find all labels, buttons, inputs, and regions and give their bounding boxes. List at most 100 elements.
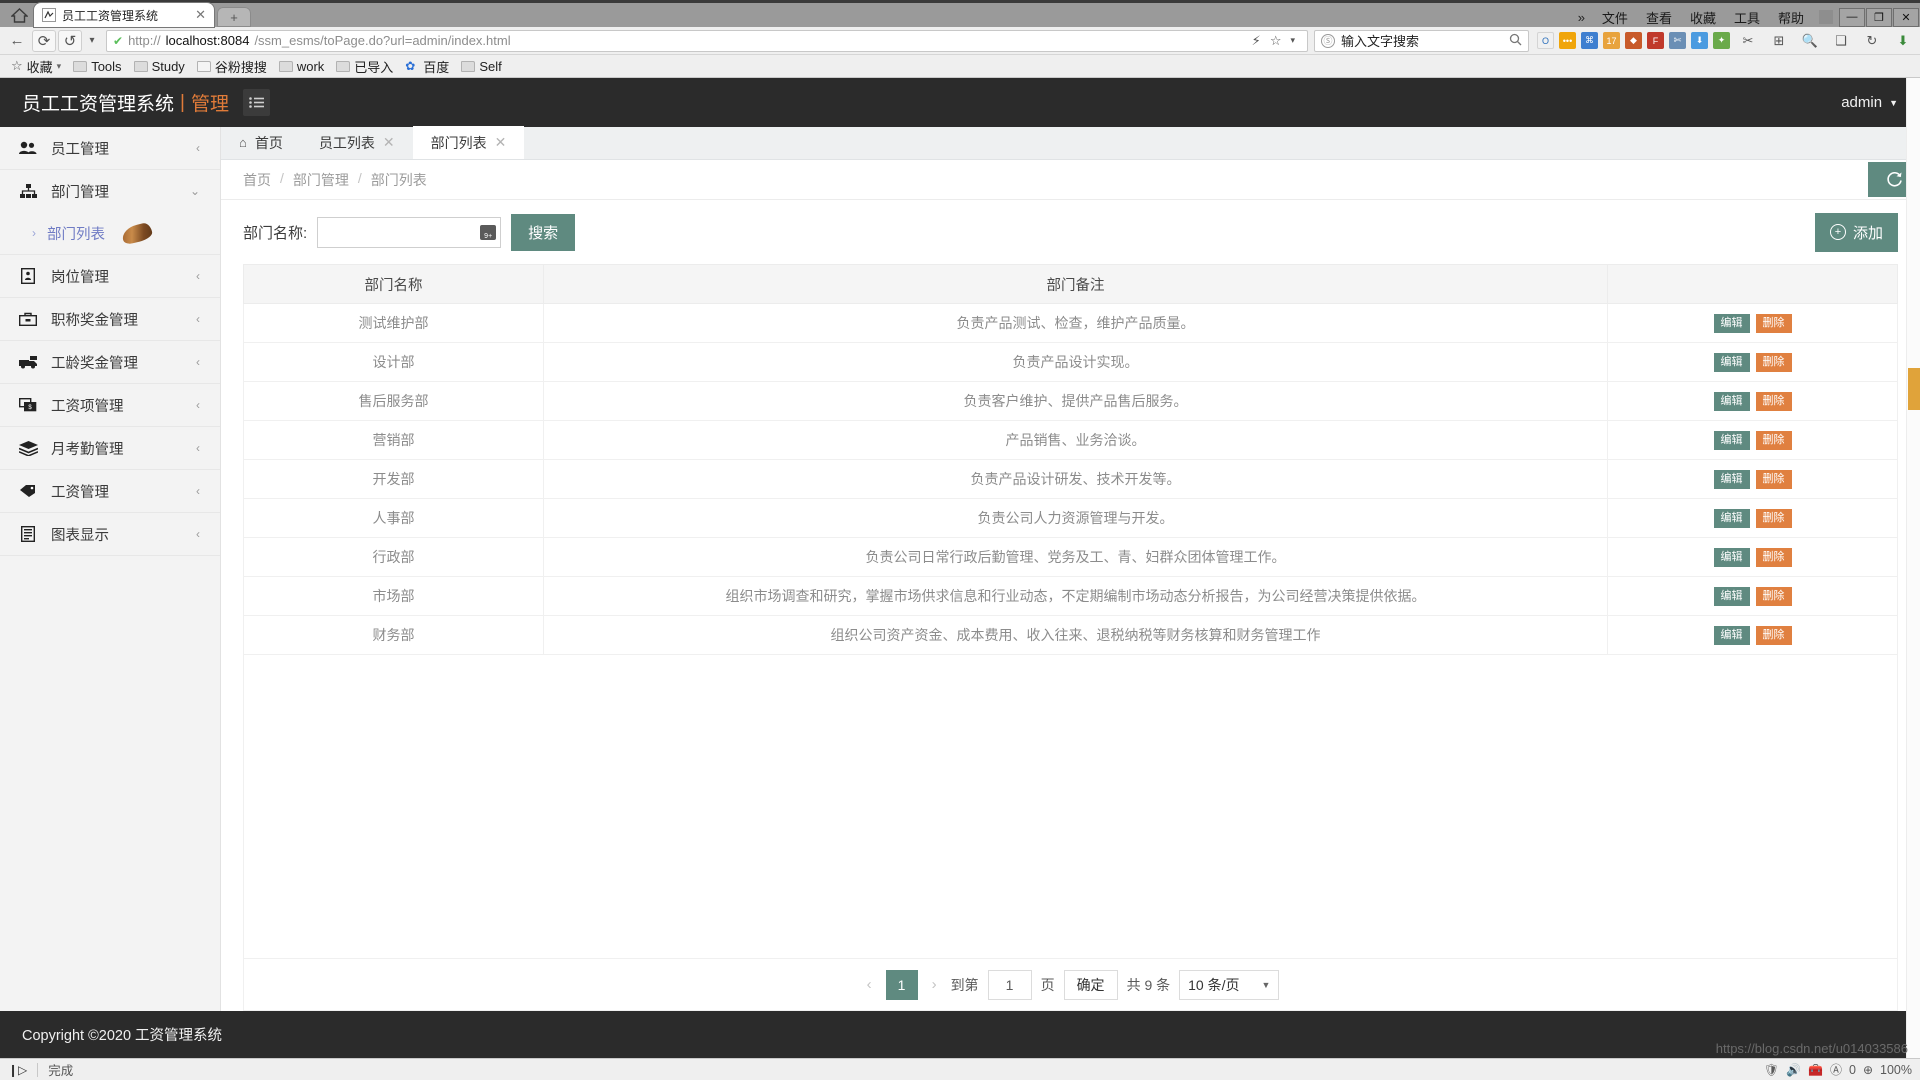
tab-department-list[interactable]: 部门列表 ✕ <box>412 126 525 159</box>
delete-button[interactable]: 删除 <box>1755 430 1792 450</box>
edit-button[interactable]: 编辑 <box>1713 391 1750 411</box>
menu-favorites[interactable]: 收藏 <box>1681 8 1725 27</box>
edit-button[interactable]: 编辑 <box>1713 625 1750 645</box>
menu-overflow-icon[interactable]: » <box>1570 10 1593 25</box>
toolbar-scissors-icon[interactable]: ✂ <box>1735 30 1761 52</box>
tab-employee-list[interactable]: 员工列表 ✕ <box>301 126 413 159</box>
delete-button[interactable]: 删除 <box>1755 469 1792 489</box>
bookmark-star-icon[interactable]: ☆ <box>1270 33 1282 49</box>
confirm-page-button[interactable]: 确定 <box>1063 969 1118 1000</box>
bookmark-work[interactable]: work <box>274 58 329 75</box>
delete-button[interactable]: 删除 <box>1755 391 1792 411</box>
back-button[interactable]: ← <box>4 30 30 52</box>
sidebar-item-employee[interactable]: 员工管理 ‹ <box>0 127 220 170</box>
history-back-icon[interactable]: ↺ <box>58 29 82 52</box>
bookmark-baidu[interactable]: ✿ 百度 <box>400 56 454 77</box>
toolbar-grid-icon[interactable]: ⊞ <box>1766 30 1792 52</box>
goto-page-input[interactable]: 1 <box>987 969 1032 1000</box>
sidebar-item-title-bonus[interactable]: 职称奖金管理 ‹ <box>0 298 220 341</box>
ext-shield-icon[interactable]: ◆ <box>1625 32 1642 49</box>
menu-file[interactable]: 文件 <box>1593 8 1637 27</box>
page-size-select[interactable]: 10 条/页 ▼ <box>1179 969 1280 1000</box>
search-engine-icon[interactable]: Ⓢ <box>1321 33 1335 48</box>
lightning-icon[interactable]: ⚡ <box>1252 33 1261 49</box>
delete-button[interactable]: 删除 <box>1755 586 1792 606</box>
edit-button[interactable]: 编辑 <box>1713 508 1750 528</box>
delete-button[interactable]: 删除 <box>1755 625 1792 645</box>
play-step-icon[interactable]: ❙▷ <box>8 1063 27 1077</box>
scrollbar-thumb[interactable] <box>1908 368 1920 410</box>
search-icon[interactable] <box>1509 33 1522 49</box>
ext-orange-dots-icon[interactable]: ••• <box>1559 32 1576 49</box>
bookmark-tools[interactable]: Tools <box>68 58 126 75</box>
add-button[interactable]: + 添加 <box>1814 212 1898 252</box>
toolbar-download-icon[interactable]: ⬇ <box>1890 30 1916 52</box>
window-restore-button[interactable]: ❐ <box>1866 7 1892 27</box>
page-scrollbar[interactable] <box>1906 78 1920 1058</box>
ext-screenshot-icon[interactable]: ✄ <box>1669 32 1686 49</box>
edit-button[interactable]: 编辑 <box>1713 586 1750 606</box>
new-tab-button[interactable]: + <box>217 7 251 27</box>
edit-button[interactable]: 编辑 <box>1713 547 1750 567</box>
sidebar-item-charts[interactable]: 图表显示 ‹ <box>0 513 220 556</box>
menu-tools[interactable]: 工具 <box>1725 8 1769 27</box>
ext-opera-icon[interactable]: O <box>1537 32 1554 49</box>
ext-download-icon[interactable]: ⬇ <box>1691 32 1708 49</box>
delete-button[interactable]: 删除 <box>1755 547 1792 567</box>
reload-button[interactable]: ⟳ <box>32 29 56 52</box>
department-name-input[interactable]: 9+ <box>317 216 502 248</box>
close-icon[interactable]: ✕ <box>495 134 507 151</box>
menu-help[interactable]: 帮助 <box>1769 8 1813 27</box>
window-minimize-button[interactable]: — <box>1839 7 1865 27</box>
sidebar-item-salary-items[interactable]: $ 工资项管理 ‹ <box>0 384 220 427</box>
search-button[interactable]: 搜索 <box>511 213 576 251</box>
address-bar[interactable]: ✔ http:// localhost:8084 /ssm_esms/toPag… <box>106 29 1308 52</box>
tab-home[interactable]: ⌂ 首页 <box>221 126 301 159</box>
delete-button[interactable]: 删除 <box>1755 313 1792 333</box>
bookmark-self[interactable]: Self <box>456 58 506 75</box>
bookmark-imported[interactable]: 已导入 <box>331 56 398 77</box>
edit-button[interactable]: 编辑 <box>1713 352 1750 372</box>
skin-icon[interactable] <box>1819 10 1833 24</box>
bookmark-study[interactable]: Study <box>129 58 190 75</box>
zoom-in-icon[interactable]: ⊕ <box>1863 1063 1873 1077</box>
close-icon[interactable]: ✕ <box>383 134 395 151</box>
toolbox-icon[interactable]: 🧰 <box>1808 1063 1823 1077</box>
delete-button[interactable]: 删除 <box>1755 352 1792 372</box>
ext-blue-icon[interactable]: ⌘ <box>1581 32 1598 49</box>
ext-red-icon[interactable]: F <box>1647 32 1664 49</box>
toolbar-sync-icon[interactable]: ↻ <box>1859 30 1885 52</box>
shield-icon[interactable]: 🛡 <box>1764 1063 1779 1077</box>
breadcrumb-item-department[interactable]: 部门管理 <box>293 170 349 190</box>
browser-tab-close-icon[interactable]: ✕ <box>195 7 206 23</box>
ext-translate-icon[interactable]: ✦ <box>1713 32 1730 49</box>
delete-button[interactable]: 删除 <box>1755 508 1792 528</box>
edit-button[interactable]: 编辑 <box>1713 313 1750 333</box>
ad-block-icon[interactable]: Ⓐ <box>1830 1061 1842 1078</box>
ext-counter-icon[interactable]: 17 <box>1603 32 1620 49</box>
bookmark-favorites[interactable]: ☆ 收藏 ▾ <box>6 56 66 77</box>
page-number-1[interactable]: 1 <box>885 969 918 1000</box>
window-close-button[interactable]: ✕ <box>1893 7 1919 27</box>
chevron-down-icon[interactable]: ▾ <box>57 61 62 72</box>
browser-tab[interactable]: 员工工资管理系统 ✕ <box>34 3 214 27</box>
history-dropdown-icon[interactable]: ▾ <box>84 30 100 52</box>
list-menu-icon[interactable] <box>242 89 270 116</box>
sidebar-item-salary[interactable]: 工资管理 ‹ <box>0 470 220 513</box>
address-caret-icon[interactable]: ▾ <box>1290 35 1295 46</box>
toolbar-window-icon[interactable]: ❑ <box>1828 30 1854 52</box>
menu-view[interactable]: 查看 <box>1637 8 1681 27</box>
breadcrumb-item-home[interactable]: 首页 <box>243 170 271 190</box>
sidebar-item-position[interactable]: 岗位管理 ‹ <box>0 255 220 298</box>
edit-button[interactable]: 编辑 <box>1713 469 1750 489</box>
prev-page-button[interactable]: ‹ <box>862 976 877 993</box>
sidebar-item-department-list[interactable]: › 部门列表 <box>0 212 220 254</box>
speaker-icon[interactable]: 🔊 <box>1786 1063 1801 1077</box>
sidebar-item-seniority-bonus[interactable]: 工龄奖金管理 ‹ <box>0 341 220 384</box>
toolbar-zoom-icon[interactable]: 🔍 <box>1797 30 1823 52</box>
edit-button[interactable]: 编辑 <box>1713 430 1750 450</box>
home-button[interactable] <box>4 3 34 27</box>
browser-search-box[interactable]: Ⓢ 输入文字搜索 <box>1314 29 1529 52</box>
search-input[interactable]: 输入文字搜索 <box>1341 31 1503 50</box>
next-page-button[interactable]: › <box>927 976 942 993</box>
